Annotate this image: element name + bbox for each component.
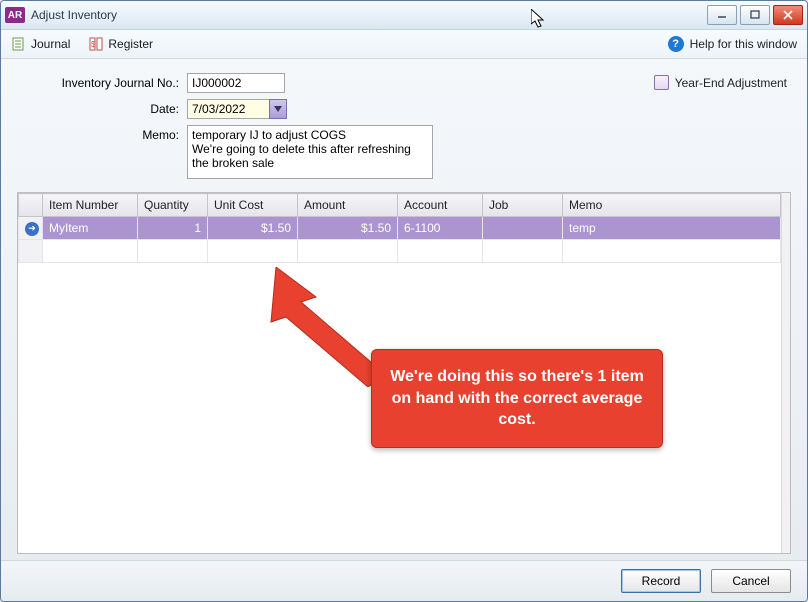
cell-unit-cost[interactable]: $1.50 xyxy=(208,217,298,240)
titlebar: AR Adjust Inventory xyxy=(1,1,807,30)
table-row[interactable] xyxy=(19,240,781,263)
svg-text:$: $ xyxy=(91,40,96,49)
journal-icon xyxy=(11,36,27,52)
checkbox-icon xyxy=(654,75,669,90)
cell-qty[interactable]: 1 xyxy=(138,217,208,240)
col-header-job[interactable]: Job xyxy=(483,194,563,217)
journal-no-label: Inventory Journal No.: xyxy=(17,73,187,90)
client-area: Inventory Journal No.: Year-End Adjustme… xyxy=(1,59,807,560)
help-label: Help for this window xyxy=(690,37,797,51)
cell-memo[interactable]: temp xyxy=(563,217,781,240)
register-label: Register xyxy=(108,37,153,51)
col-header-memo[interactable]: Memo xyxy=(563,194,781,217)
col-header-item[interactable]: Item Number xyxy=(43,194,138,217)
toolbar: Journal $ Register ? Help for this windo… xyxy=(1,30,807,59)
col-header-account[interactable]: Account xyxy=(398,194,483,217)
help-icon: ? xyxy=(668,36,684,52)
register-icon: $ xyxy=(88,36,104,52)
form-area: Inventory Journal No.: Year-End Adjustme… xyxy=(17,73,791,182)
col-header-amount[interactable]: Amount xyxy=(298,194,398,217)
date-input[interactable] xyxy=(187,99,270,119)
vertical-scrollbar[interactable] xyxy=(781,193,790,553)
memo-input[interactable] xyxy=(187,125,433,179)
line-items-table: Item Number Quantity Unit Cost Amount Ac… xyxy=(18,193,781,263)
cell-amount[interactable]: $1.50 xyxy=(298,217,398,240)
journal-button[interactable]: Journal xyxy=(11,36,70,52)
chevron-down-icon xyxy=(273,104,283,114)
table-row[interactable]: ➔ MyItem 1 $1.50 $1.50 6-1100 temp xyxy=(19,217,781,240)
window-buttons xyxy=(707,5,803,25)
col-header-qty[interactable]: Quantity xyxy=(138,194,208,217)
minimize-button[interactable] xyxy=(707,5,737,25)
current-row-icon: ➔ xyxy=(25,222,39,236)
cell-item[interactable]: MyItem xyxy=(43,217,138,240)
date-picker-button[interactable] xyxy=(269,99,287,119)
app-icon: AR xyxy=(5,7,25,23)
cancel-button[interactable]: Cancel xyxy=(711,569,791,593)
help-link[interactable]: ? Help for this window xyxy=(668,36,797,52)
register-button[interactable]: $ Register xyxy=(88,36,153,52)
record-button[interactable]: Record xyxy=(621,569,701,593)
maximize-button[interactable] xyxy=(740,5,770,25)
memo-label: Memo: xyxy=(17,125,187,142)
year-end-label: Year-End Adjustment xyxy=(675,76,787,90)
footer: Record Cancel xyxy=(1,560,807,601)
window-title: Adjust Inventory xyxy=(31,8,117,22)
adjust-inventory-window: AR Adjust Inventory Journal $ xyxy=(0,0,808,602)
row-indicator: ➔ xyxy=(19,217,43,240)
journal-label: Journal xyxy=(31,37,70,51)
date-label: Date: xyxy=(17,99,187,116)
close-button[interactable] xyxy=(773,5,803,25)
annotation-callout: We're doing this so there's 1 item on ha… xyxy=(371,349,663,448)
col-header-marker[interactable] xyxy=(19,194,43,217)
year-end-adjustment-checkbox[interactable]: Year-End Adjustment xyxy=(654,73,791,90)
col-header-unit[interactable]: Unit Cost xyxy=(208,194,298,217)
cell-job[interactable] xyxy=(483,217,563,240)
cell-account[interactable]: 6-1100 xyxy=(398,217,483,240)
journal-no-input[interactable] xyxy=(187,73,285,93)
